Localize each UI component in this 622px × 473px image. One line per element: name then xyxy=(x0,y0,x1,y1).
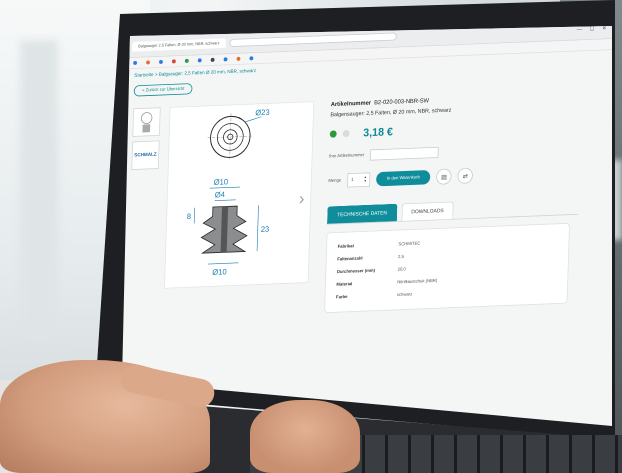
quantity-stepper[interactable]: 1 ▴ ▾ xyxy=(346,172,371,188)
bookmark-item[interactable] xyxy=(223,57,229,62)
spec-key: Farbe xyxy=(335,294,348,300)
spec-key: Durchmesser (mm) xyxy=(336,268,376,275)
quantity-row: Menge 1 ▴ ▾ In den Warenkorb ▤ ⇄ xyxy=(328,162,602,189)
quantity-value: 1 xyxy=(350,177,354,183)
detail-tabs: TECHNISCHE DATEN DOWNLOADS xyxy=(326,196,579,225)
spec-value: schwarz xyxy=(396,292,413,298)
gallery-next-arrow[interactable]: › xyxy=(299,188,305,209)
spec-value: 20,0 xyxy=(397,267,406,273)
technical-drawing: Ø23 Ø10 Ø4 8 23 Ø10 xyxy=(164,101,315,289)
stock-indicator-icon xyxy=(329,129,337,138)
dim-23-label: 23 xyxy=(261,224,270,234)
own-article-label: Ihre Artikelnummer xyxy=(329,152,365,160)
spec-value: SCHMITEC xyxy=(398,241,421,248)
stock-indicator-secondary-icon xyxy=(342,129,350,137)
price-row: 3,18 € xyxy=(329,117,604,140)
spec-value: 2,5 xyxy=(397,254,404,260)
spec-value: Nitrilkautschuk (NBR) xyxy=(397,278,438,285)
bookmark-item[interactable] xyxy=(158,59,164,65)
bookmark-item[interactable] xyxy=(171,59,177,64)
tab-technical-data[interactable]: TECHNISCHE DATEN xyxy=(327,203,398,224)
bookmark-item[interactable] xyxy=(236,56,242,62)
technical-data-table: Fabrikat SCHMITEC Faltenanzahl 2,5 Durch… xyxy=(324,222,570,314)
web-page: Balgsauger 2,5 Falten, Ø 20 mm, NBR, sch… xyxy=(122,26,612,407)
suction-cup-drawing: Ø23 Ø10 Ø4 8 23 Ø10 xyxy=(187,108,270,277)
dim-d10-bottom-label: Ø10 xyxy=(212,267,227,277)
thumbnail-brand[interactable]: SCHMALZ xyxy=(131,140,160,170)
dim-8-label: 8 xyxy=(187,212,192,221)
thumbnail-list: SCHMALZ xyxy=(131,107,162,175)
dim-d23-label: Ø23 xyxy=(255,108,270,118)
thumbnail-drawing-icon xyxy=(141,112,153,133)
product-details: Artikelnummer B2-020-003-NBR-SW Balgensa… xyxy=(324,90,604,314)
back-to-overview-button[interactable]: « Zurück zur Übersicht xyxy=(133,83,193,97)
bookmark-item[interactable] xyxy=(249,56,254,61)
bookmark-item[interactable] xyxy=(146,60,151,65)
watchlist-icon[interactable]: ▤ xyxy=(436,168,452,185)
article-number-label: Artikelnummer xyxy=(330,98,372,108)
product-gallery: SCHMALZ Ø23 Ø10 Ø4 8 23 Ø10 › xyxy=(128,101,316,290)
own-article-row: Ihre Artikelnummer xyxy=(329,140,603,162)
laptop-screen: Balgsauger 2,5 Falten, Ø 20 mm, NBR, sch… xyxy=(122,26,612,426)
background-pillar xyxy=(20,40,58,340)
spec-key: Material xyxy=(336,281,353,288)
browser-tab[interactable]: Balgsauger 2,5 Falten, Ø 20 mm, NBR, sch… xyxy=(132,38,226,52)
stepper-arrows-icon[interactable]: ▴ ▾ xyxy=(364,175,366,184)
right-hand xyxy=(250,400,360,473)
spec-key: Fabrikat xyxy=(337,244,354,250)
spec-key: Faltenanzahl xyxy=(337,256,363,263)
compare-icon[interactable]: ⇄ xyxy=(457,167,474,184)
address-bar[interactable] xyxy=(229,32,397,47)
add-to-cart-button[interactable]: In den Warenkorb xyxy=(375,170,431,187)
article-number: B2-020-003-NBR-SW xyxy=(374,96,430,106)
dim-d4-label: Ø4 xyxy=(215,190,226,200)
bookmark-item[interactable] xyxy=(184,58,190,64)
bookmark-item[interactable] xyxy=(197,58,203,63)
bookmark-item[interactable] xyxy=(133,61,138,66)
dim-d10-top-label: Ø10 xyxy=(214,177,229,187)
thumbnail-drawing[interactable] xyxy=(132,107,161,137)
product-price: 3,18 € xyxy=(363,124,394,139)
brand-logo: SCHMALZ xyxy=(134,152,157,159)
quantity-label: Menge xyxy=(328,178,342,184)
tab-downloads[interactable]: DOWNLOADS xyxy=(401,201,454,221)
window-controls[interactable]: — ☐ ✕ xyxy=(577,26,610,32)
bookmark-item[interactable] xyxy=(210,57,216,63)
own-article-input[interactable] xyxy=(370,146,439,161)
